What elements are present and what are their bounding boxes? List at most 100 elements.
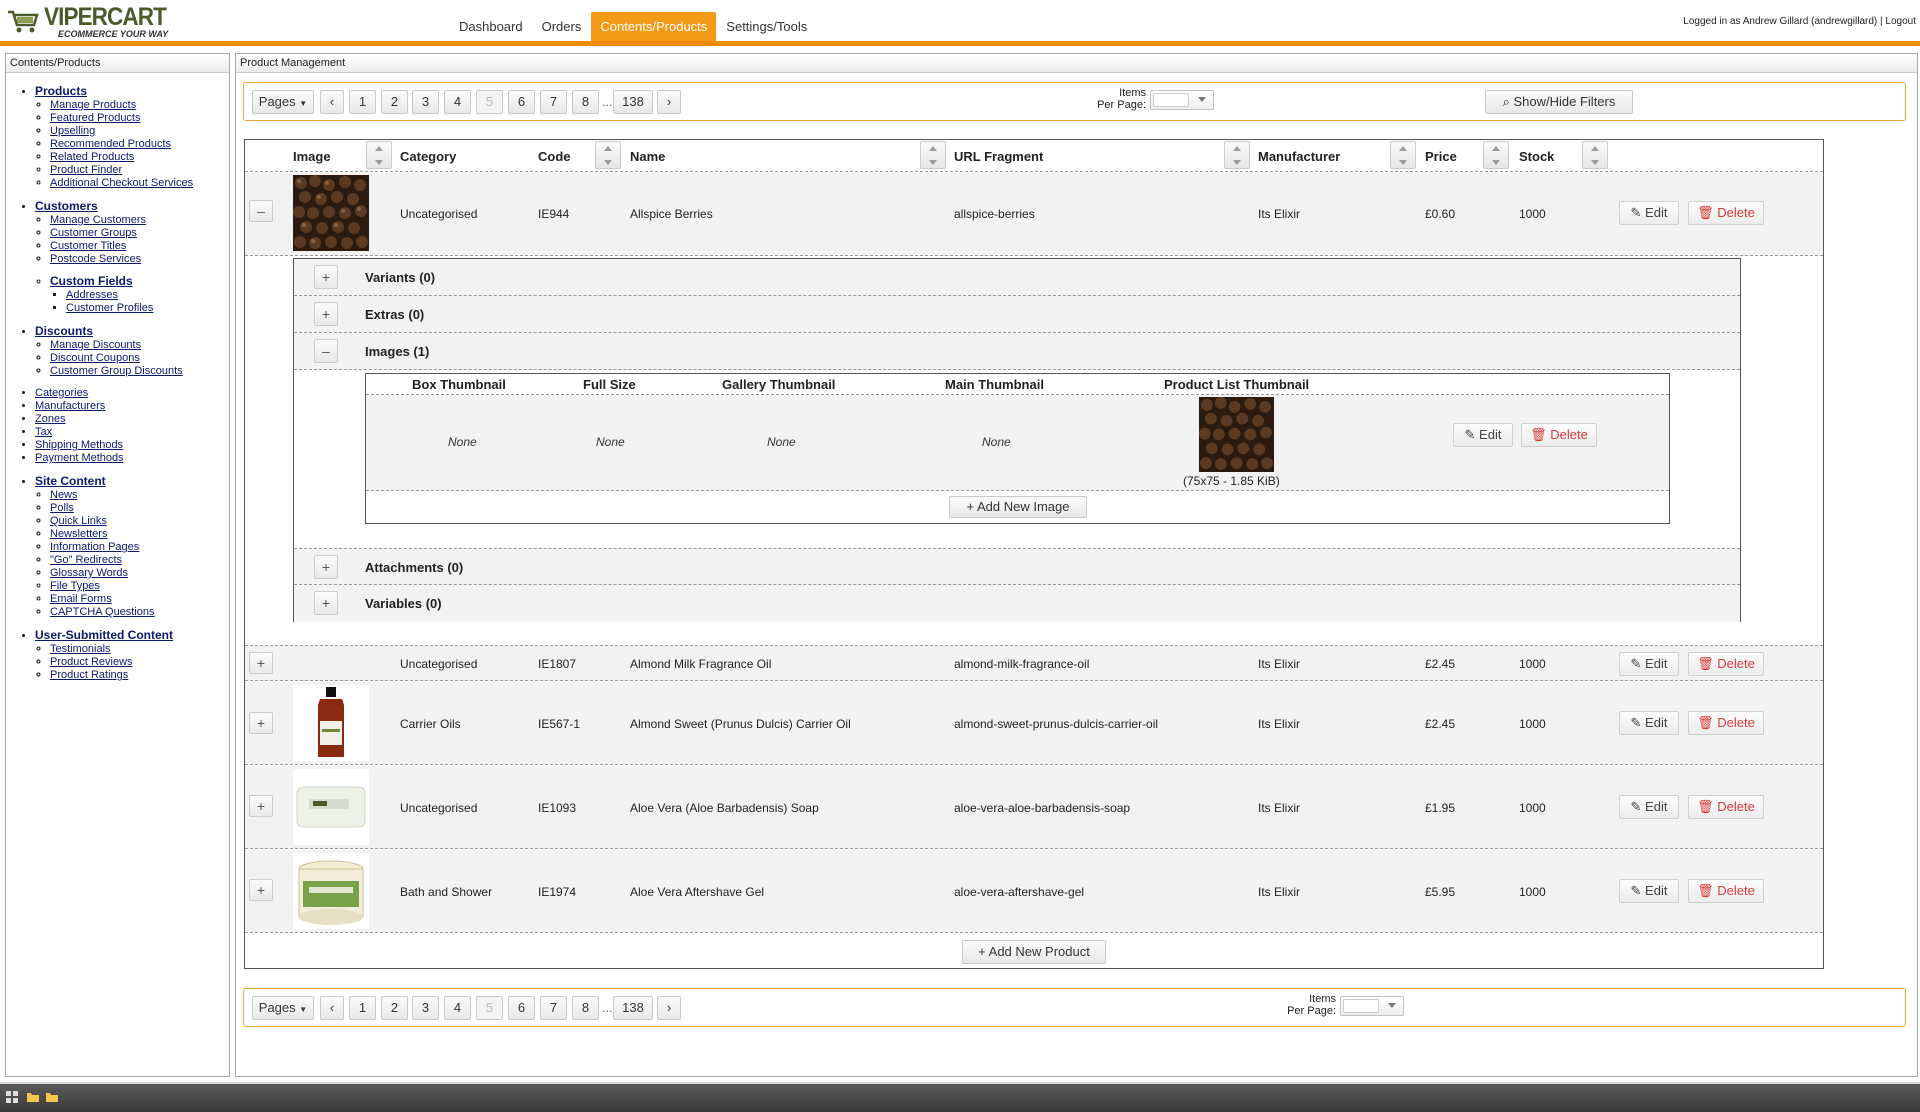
- show-hide-filters-button[interactable]: ⌕ Show/Hide Filters: [1485, 90, 1633, 114]
- sidebar-link[interactable]: Product Ratings: [50, 669, 128, 681]
- sort-manufacturer-button[interactable]: [1390, 141, 1416, 169]
- section-variants[interactable]: + Variants (0): [294, 259, 1740, 296]
- collapse-row-button[interactable]: –: [249, 200, 273, 222]
- next-page-button[interactable]: ›: [657, 90, 681, 114]
- expand-row-button[interactable]: +: [249, 795, 273, 817]
- page-4-button[interactable]: 4: [444, 996, 471, 1020]
- delete-button[interactable]: 🗑 Delete: [1688, 201, 1764, 225]
- page-8-button[interactable]: 8: [572, 90, 599, 114]
- section-images[interactable]: – Images (1): [294, 333, 1740, 370]
- sidebar-link[interactable]: Related Products: [50, 151, 134, 163]
- sidebar-group-products[interactable]: Products: [35, 84, 87, 98]
- sidebar-link[interactable]: Customer Profiles: [66, 302, 153, 314]
- expand-row-button[interactable]: +: [249, 652, 273, 674]
- sidebar-link[interactable]: Information Pages: [50, 541, 139, 553]
- edit-button[interactable]: ✎ Edit: [1619, 795, 1679, 819]
- sidebar-group-discounts[interactable]: Discounts: [35, 324, 93, 338]
- sidebar-link[interactable]: File Types: [50, 580, 100, 592]
- expand-row-button[interactable]: +: [249, 879, 273, 901]
- sidebar-link[interactable]: Zones: [35, 413, 66, 425]
- folder-icon[interactable]: [45, 1090, 59, 1104]
- folder-icon[interactable]: [26, 1090, 40, 1104]
- nav-contents-products[interactable]: Contents/Products: [591, 12, 717, 41]
- image-delete-button[interactable]: 🗑 Delete: [1521, 423, 1597, 447]
- sidebar-link[interactable]: Addresses: [66, 289, 118, 301]
- collapse-images-button[interactable]: –: [314, 339, 338, 363]
- expand-extras-button[interactable]: +: [314, 302, 338, 326]
- section-attachments[interactable]: + Attachments (0): [294, 548, 1740, 585]
- page-last-button[interactable]: 138: [613, 90, 653, 114]
- expand-variants-button[interactable]: +: [314, 265, 338, 289]
- sidebar-group-custom-fields[interactable]: Custom Fields: [50, 274, 133, 288]
- sidebar-link[interactable]: Additional Checkout Services: [50, 177, 193, 189]
- items-per-page-select[interactable]: [1150, 90, 1214, 110]
- sort-stock-button[interactable]: [1582, 141, 1608, 169]
- nav-orders[interactable]: Orders: [533, 12, 591, 41]
- sidebar-link[interactable]: Manage Discounts: [50, 339, 141, 351]
- sidebar-link[interactable]: Product Finder: [50, 164, 122, 176]
- sidebar-link[interactable]: Newsletters: [50, 528, 107, 540]
- app-grid-icon[interactable]: [5, 1090, 19, 1104]
- sidebar-link[interactable]: Email Forms: [50, 593, 112, 605]
- add-new-image-button[interactable]: + Add New Image: [949, 496, 1087, 518]
- edit-button[interactable]: ✎ Edit: [1619, 201, 1679, 225]
- next-page-button[interactable]: ›: [657, 996, 681, 1020]
- page-7-button[interactable]: 7: [540, 90, 567, 114]
- expand-variables-button[interactable]: +: [314, 591, 338, 615]
- sidebar-link[interactable]: "Go" Redirects: [50, 554, 122, 566]
- page-7-button[interactable]: 7: [540, 996, 567, 1020]
- prev-page-button[interactable]: ‹: [320, 90, 344, 114]
- sidebar-link[interactable]: Customer Groups: [50, 227, 137, 239]
- sidebar-link[interactable]: Shipping Methods: [35, 439, 123, 451]
- image-row[interactable]: None None None None (75x75 - 1.85 KiB) ✎…: [366, 395, 1669, 491]
- add-new-product-button[interactable]: + Add New Product: [962, 940, 1106, 964]
- sidebar-link[interactable]: Manage Products: [50, 99, 136, 111]
- page-1-button[interactable]: 1: [349, 90, 376, 114]
- sidebar-link[interactable]: Testimonials: [50, 643, 111, 655]
- page-1-button[interactable]: 1: [349, 996, 376, 1020]
- edit-button[interactable]: ✎ Edit: [1619, 652, 1679, 676]
- page-2-button[interactable]: 2: [381, 90, 408, 114]
- sidebar-link[interactable]: Upselling: [50, 125, 95, 137]
- sidebar-link[interactable]: Customer Group Discounts: [50, 365, 183, 377]
- expand-row-button[interactable]: +: [249, 712, 273, 734]
- sidebar-link[interactable]: Tax: [35, 426, 52, 438]
- prev-page-button[interactable]: ‹: [320, 996, 344, 1020]
- sidebar-group-site-content[interactable]: Site Content: [35, 474, 106, 488]
- page-4-button[interactable]: 4: [444, 90, 471, 114]
- nav-dashboard[interactable]: Dashboard: [450, 12, 532, 41]
- table-row[interactable]: – Uncategorised IE944 Allspice Berries a…: [245, 173, 1823, 256]
- expand-attachments-button[interactable]: +: [314, 555, 338, 579]
- sidebar-link[interactable]: Manage Customers: [50, 214, 146, 226]
- delete-button[interactable]: 🗑 Delete: [1688, 711, 1764, 735]
- page-8-button[interactable]: 8: [572, 996, 599, 1020]
- edit-button[interactable]: ✎ Edit: [1619, 711, 1679, 735]
- section-extras[interactable]: + Extras (0): [294, 296, 1740, 333]
- sidebar-group-customers[interactable]: Customers: [35, 199, 98, 213]
- sort-image-button[interactable]: [366, 141, 392, 169]
- sidebar-link[interactable]: Customer Titles: [50, 240, 126, 252]
- sidebar-link[interactable]: Glossary Words: [50, 567, 128, 579]
- edit-button[interactable]: ✎ Edit: [1619, 879, 1679, 903]
- sidebar-link[interactable]: Postcode Services: [50, 253, 141, 265]
- image-edit-button[interactable]: ✎ Edit: [1453, 423, 1513, 447]
- pages-dropdown[interactable]: Pages ▼: [252, 90, 314, 114]
- sidebar-link[interactable]: Manufacturers: [35, 400, 105, 412]
- sort-name-button[interactable]: [920, 141, 946, 169]
- table-row[interactable]: + Carrier Oils IE567-1 Almond Sweet (Pru…: [245, 682, 1823, 765]
- sidebar-link[interactable]: Recommended Products: [50, 138, 171, 150]
- page-6-button[interactable]: 6: [508, 90, 535, 114]
- table-row[interactable]: + Bath and Shower IE1974 Aloe Vera After…: [245, 850, 1823, 933]
- user-info[interactable]: Logged in as Andrew Gillard (andrewgilla…: [1683, 16, 1916, 27]
- sidebar-link[interactable]: News: [50, 489, 78, 501]
- sidebar-link[interactable]: Featured Products: [50, 112, 141, 124]
- vipercart-logo[interactable]: VIPERCART ECOMMERCE YOUR WAY: [6, 3, 196, 41]
- delete-button[interactable]: 🗑 Delete: [1688, 879, 1764, 903]
- page-last-button[interactable]: 138: [613, 996, 653, 1020]
- table-row[interactable]: + Uncategorised IE1807 Almond Milk Fragr…: [245, 645, 1823, 681]
- sort-price-button[interactable]: [1483, 141, 1509, 169]
- table-row[interactable]: + Uncategorised IE1093 Aloe Vera (Aloe B…: [245, 766, 1823, 849]
- sidebar-link[interactable]: Categories: [35, 387, 88, 399]
- sidebar-link[interactable]: CAPTCHA Questions: [50, 606, 155, 618]
- sort-url-button[interactable]: [1224, 141, 1250, 169]
